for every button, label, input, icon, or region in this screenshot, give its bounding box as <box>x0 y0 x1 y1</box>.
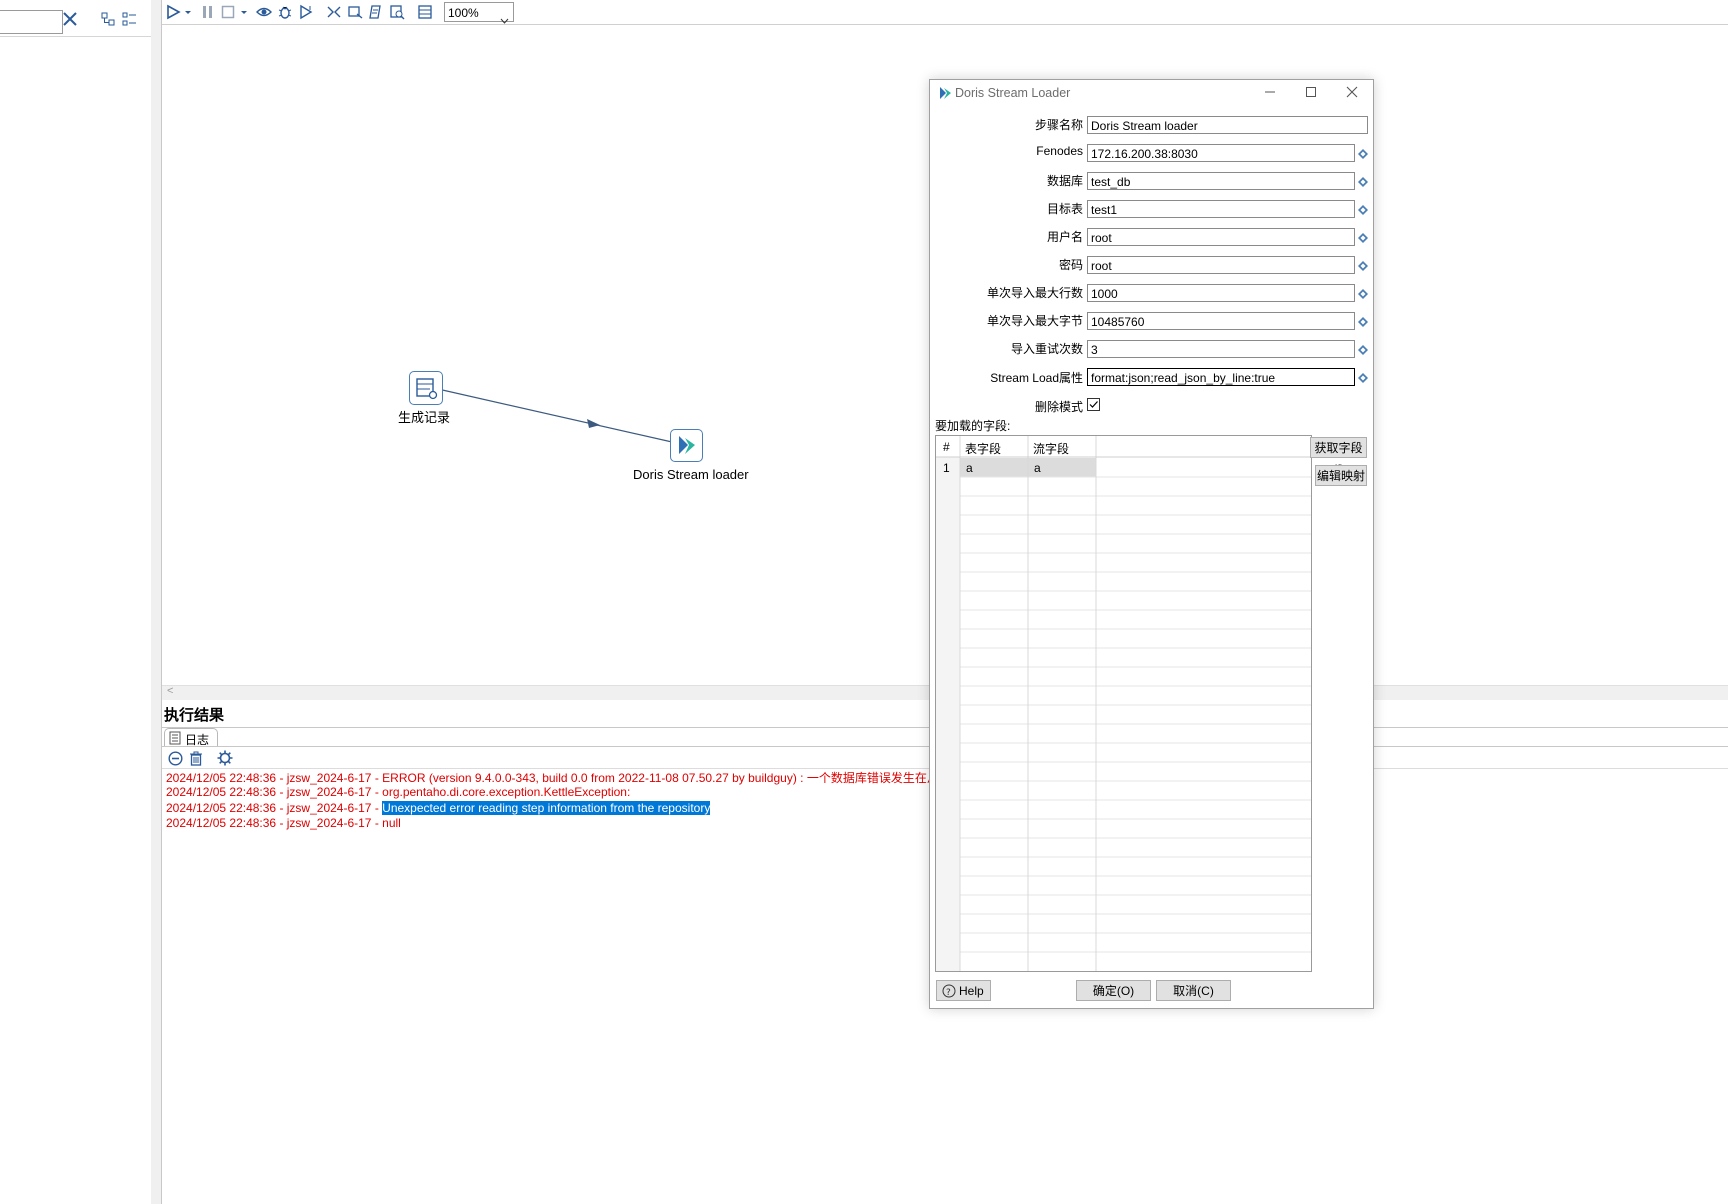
ok-button[interactable]: 确定(O) <box>1076 980 1151 1001</box>
generate-rows-step[interactable] <box>409 371 443 405</box>
table-grid-lines <box>936 436 1311 971</box>
password-input[interactable]: root <box>1087 256 1355 274</box>
canvas-toolbar <box>162 0 1728 25</box>
minimize-icon[interactable] <box>1264 86 1276 101</box>
results-title: 执行结果 <box>164 707 225 724</box>
tree-expand-icon[interactable] <box>100 11 116 27</box>
gear-icon[interactable] <box>217 750 233 769</box>
table-cell[interactable]: a <box>1034 461 1041 475</box>
log-prefix: 2024/12/05 22:48:36 - jzsw_2024-6-17 - <box>166 801 383 815</box>
fenodes-input[interactable]: 172.16.200.38:8030 <box>1087 144 1355 162</box>
help-label: Help <box>959 984 984 998</box>
database-input[interactable]: test_db <box>1087 172 1355 190</box>
scroll-left-icon[interactable]: < <box>167 685 173 697</box>
cancel-button[interactable]: 取消(C) <box>1156 980 1231 1001</box>
max-rows-label: 单次导入最大行数 <box>986 286 1083 300</box>
run-icon[interactable] <box>165 4 181 20</box>
run-dropdown-icon[interactable] <box>184 4 192 20</box>
retries-label: 导入重试次数 <box>1010 342 1083 356</box>
close-icon[interactable] <box>1346 86 1358 101</box>
username-label: 用户名 <box>1046 230 1083 244</box>
tab-log[interactable]: 日志 <box>164 728 218 747</box>
get-fields-button[interactable]: 获取字段(f) <box>1310 437 1367 476</box>
variable-icon[interactable] <box>1358 344 1368 355</box>
stop-icon[interactable] <box>220 4 236 20</box>
trash-icon[interactable] <box>189 751 203 769</box>
log-line: 2024/12/05 22:48:36 - jzsw_2024-6-17 - E… <box>166 771 963 785</box>
delete-mode-label: 删除模式 <box>1034 400 1083 414</box>
variable-icon[interactable] <box>1358 372 1368 383</box>
target-table-label: 目标表 <box>1046 202 1083 216</box>
tree-collapse-icon[interactable] <box>121 11 137 27</box>
maximize-icon[interactable] <box>1305 86 1317 101</box>
variable-icon[interactable] <box>1358 148 1368 159</box>
doris-stream-loader-dialog: Doris Stream Loader 步骤名称 Doris Stream lo… <box>929 79 1374 1009</box>
col-header[interactable]: 表字段 <box>965 440 1001 457</box>
max-bytes-label: 单次导入最大字节 <box>986 314 1083 328</box>
panel-splitter[interactable] <box>151 0 162 1204</box>
generate-rows-icon <box>416 378 438 400</box>
variable-icon[interactable] <box>1358 288 1368 299</box>
row-number: 1 <box>943 461 950 475</box>
step-name-label: 步骤名称 <box>1034 118 1083 132</box>
doris-icon <box>939 86 952 103</box>
clear-log-icon[interactable] <box>168 751 183 769</box>
zoom-select[interactable]: 100% <box>444 2 514 24</box>
debug-bug-icon[interactable] <box>277 4 293 20</box>
log-line: 2024/12/05 22:48:36 - jzsw_2024-6-17 - o… <box>166 785 631 799</box>
step-label: Doris Stream loader <box>633 467 749 482</box>
verify-icon[interactable] <box>326 4 342 20</box>
left-panel-divider <box>0 36 151 37</box>
log-line: 2024/12/05 22:48:36 - jzsw_2024-6-17 - n… <box>166 816 401 830</box>
show-results-icon[interactable] <box>417 4 433 20</box>
variable-icon[interactable] <box>1358 176 1368 187</box>
variable-icon[interactable] <box>1358 260 1368 271</box>
impact-icon[interactable] <box>347 4 363 20</box>
hop-arrow[interactable] <box>162 25 962 685</box>
left-search-input[interactable] <box>0 10 63 34</box>
clear-search-icon[interactable] <box>62 11 78 27</box>
password-label: 密码 <box>1058 258 1083 272</box>
dialog-title: Doris Stream Loader <box>955 86 1071 100</box>
preview-eye-icon[interactable] <box>256 4 272 20</box>
left-panel <box>0 0 152 1204</box>
username-input[interactable]: root <box>1087 228 1355 246</box>
doris-icon <box>679 436 695 454</box>
stop-dropdown-icon[interactable] <box>240 4 248 20</box>
stream-load-props-input[interactable]: format:json;read_json_by_line:true <box>1087 368 1355 386</box>
explore-db-icon[interactable] <box>389 4 405 20</box>
checkmark-icon <box>1089 401 1098 408</box>
pause-icon[interactable] <box>200 4 216 20</box>
sql-icon[interactable] <box>368 4 384 20</box>
max-bytes-input[interactable]: 10485760 <box>1087 312 1355 330</box>
stream-load-props-label: Stream Load属性 <box>990 371 1083 385</box>
fenodes-label: Fenodes <box>1036 144 1083 158</box>
help-button[interactable]: ? Help <box>936 980 991 1001</box>
log-line: 2024/12/05 22:48:36 - jzsw_2024-6-17 - U… <box>166 801 711 815</box>
field-mapping-table[interactable]: # 表字段 流字段 1 a a <box>935 435 1312 972</box>
svg-text:?: ? <box>946 988 951 998</box>
max-rows-input[interactable]: 1000 <box>1087 284 1355 302</box>
fields-section-label: 要加载的字段: <box>935 419 1011 433</box>
help-icon: ? <box>942 984 956 1005</box>
doris-stream-loader-step[interactable] <box>670 429 703 462</box>
step-label: 生成记录 <box>398 410 451 425</box>
target-table-input[interactable]: test1 <box>1087 200 1355 218</box>
retries-input[interactable]: 3 <box>1087 340 1355 358</box>
col-header[interactable]: 流字段 <box>1033 440 1069 457</box>
replay-icon[interactable] <box>298 4 314 20</box>
variable-icon[interactable] <box>1358 204 1368 215</box>
step-name-input[interactable]: Doris Stream loader <box>1087 116 1368 134</box>
col-header[interactable]: # <box>943 440 950 454</box>
variable-icon[interactable] <box>1358 232 1368 243</box>
variable-icon[interactable] <box>1358 316 1368 327</box>
database-label: 数据库 <box>1046 174 1083 188</box>
table-cell[interactable]: a <box>966 461 973 475</box>
edit-mapping-button[interactable]: 编辑映射 <box>1315 465 1367 486</box>
zoom-value: 100% <box>448 6 479 20</box>
log-selected-text[interactable]: Unexpected error reading step informatio… <box>382 801 711 815</box>
delete-mode-checkbox[interactable] <box>1087 398 1100 411</box>
